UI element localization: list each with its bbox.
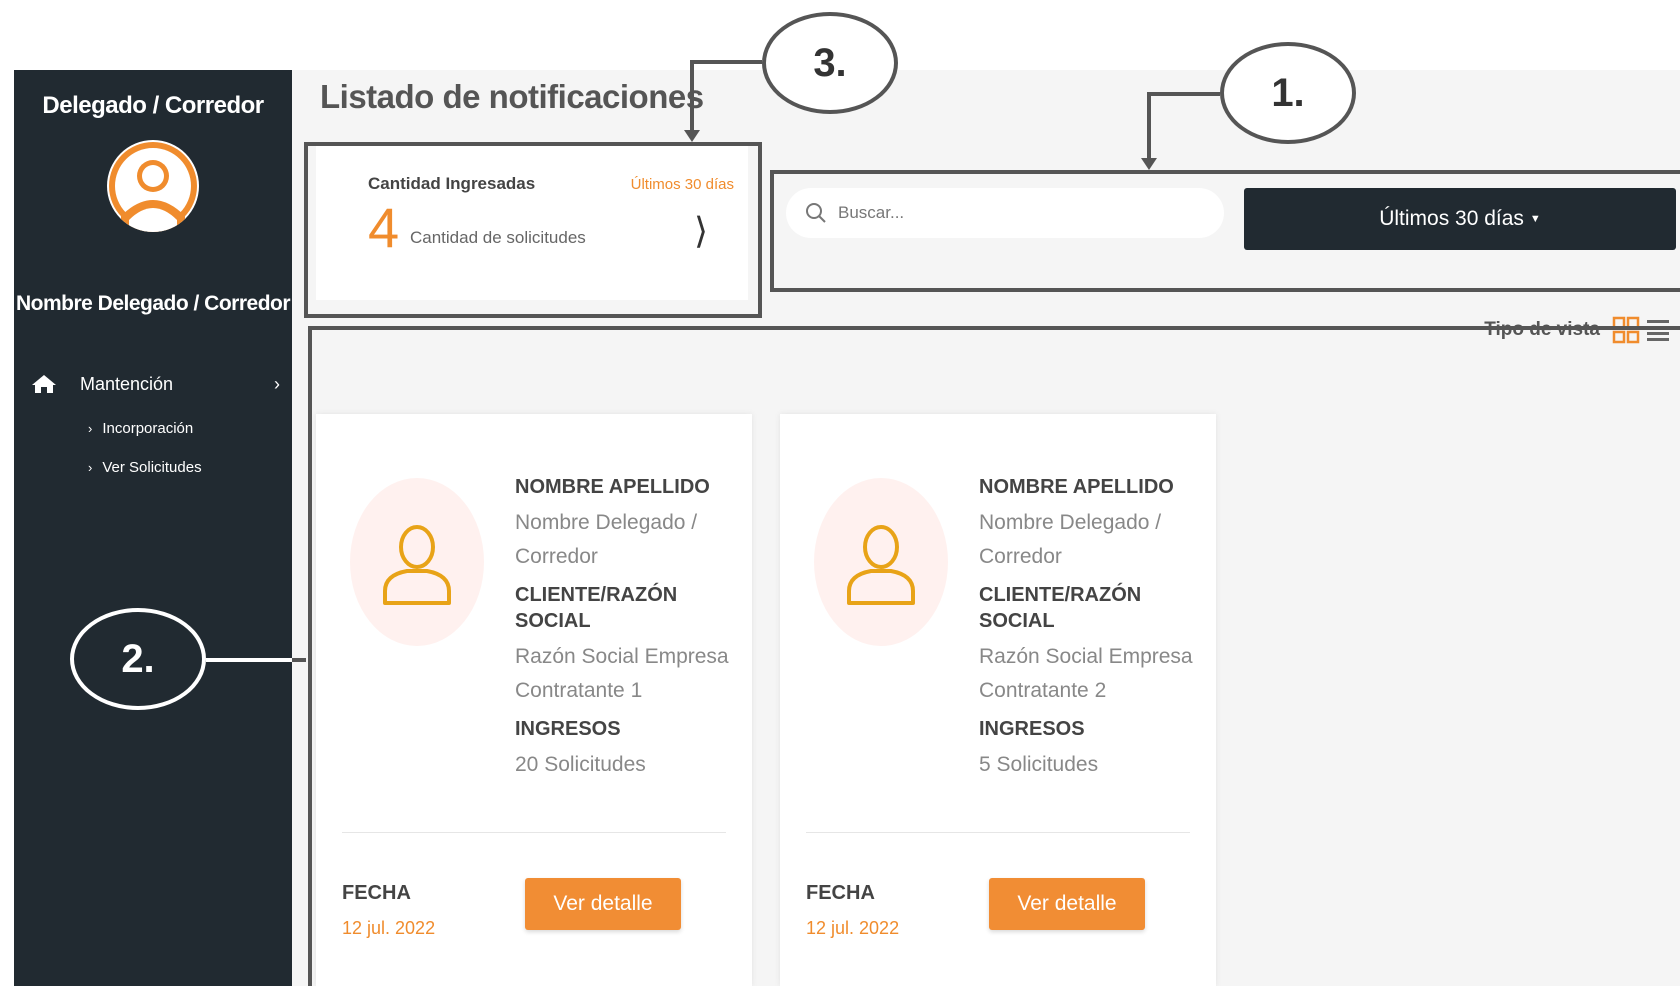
annotation-label-3: 3. [762,12,898,114]
sidebar-role-title: Delegado / Corredor [42,92,264,119]
chevron-right-icon: › [88,421,93,436]
sidebar: Delegado / Corredor Nombre Delegado / Co… [14,70,292,986]
annotation-box-filters [770,170,1680,292]
page-title: Listado de notificaciones [320,78,704,115]
sidebar-item-label: Mantención [80,373,174,394]
user-avatar-icon [109,142,197,232]
annotation-label-2: 2. [70,608,206,710]
sidebar-subitem-label: Ver Solicitudes [102,459,202,476]
annotation-label-1: 1. [1220,42,1356,144]
sidebar-subitem-ver-solicitudes[interactable]: › Ver Solicitudes [88,459,280,476]
home-icon [32,375,56,393]
annotation-box-cards [308,326,1680,986]
sidebar-user-name: Nombre Delegado / Corredor [15,292,291,315]
chevron-right-icon: › [88,460,93,475]
annotation-box-stats [304,142,762,318]
chevron-right-icon: › [274,373,280,394]
sidebar-avatar [107,140,199,232]
sidebar-subitem-label: Incorporación [102,420,194,437]
sidebar-menu: Mantención › › Incorporación › Ver Solic… [30,370,280,476]
sidebar-item-mantencion[interactable]: Mantención › [30,370,280,398]
sidebar-subitem-incorporacion[interactable]: › Incorporación [88,420,280,437]
